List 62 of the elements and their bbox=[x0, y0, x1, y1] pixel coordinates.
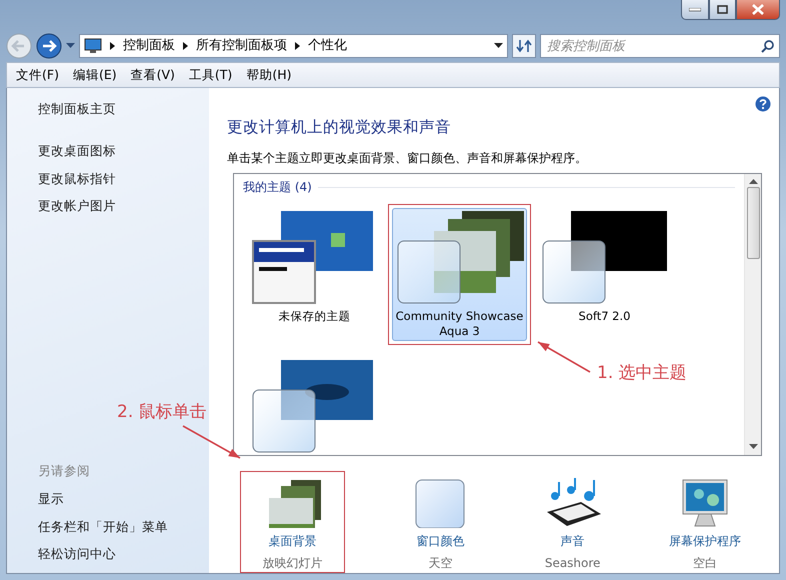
setting-value: 天空 bbox=[428, 555, 452, 572]
setting-item[interactable]: 声音 Seashore bbox=[506, 472, 639, 572]
close-button[interactable] bbox=[736, 0, 780, 20]
theme-item[interactable]: Soft7 2.0 bbox=[537, 208, 672, 342]
forward-button[interactable] bbox=[36, 33, 62, 59]
minimize-icon bbox=[689, 8, 701, 12]
dropdown-icon[interactable] bbox=[494, 43, 503, 49]
sidebar-link[interactable]: 显示 bbox=[38, 490, 209, 508]
breadcrumb-item[interactable]: 所有控制面板项 bbox=[196, 36, 287, 56]
search-field[interactable]: 搜索控制面板 bbox=[540, 34, 780, 58]
theme-name: 未保存的主题 bbox=[278, 309, 352, 324]
setting-item[interactable]: 桌面背景 放映幻灯片 bbox=[241, 472, 344, 572]
menu-item[interactable]: 工具(T) bbox=[184, 64, 238, 86]
scroll-down-icon[interactable] bbox=[748, 444, 758, 450]
breadcrumb-item[interactable]: 个性化 bbox=[308, 36, 347, 56]
refresh-button[interactable] bbox=[512, 34, 536, 58]
breadcrumb-item[interactable]: 控制面板 bbox=[123, 36, 175, 56]
menu-item[interactable]: 编辑(E) bbox=[68, 64, 122, 86]
arrow bbox=[182, 425, 240, 459]
theme-item[interactable]: Community Showcase Aqua 3 bbox=[392, 208, 527, 342]
sidebar-link[interactable]: 控制面板主页 bbox=[38, 100, 209, 119]
sidebar-link[interactable]: 轻松访问中心 bbox=[38, 545, 209, 564]
setting-value: 放映幻灯片 bbox=[262, 555, 323, 572]
help-icon[interactable] bbox=[755, 96, 771, 112]
menu-item[interactable]: 文件(F) bbox=[11, 64, 64, 86]
annotation-text: 1. 选中主题 bbox=[597, 362, 687, 385]
setting-value: Seashore bbox=[544, 555, 600, 572]
theme-item[interactable]: 未保存的主题 bbox=[247, 208, 382, 342]
theme-name: Community Showcase Aqua 3 bbox=[394, 309, 524, 340]
annotation-text: 2. 鼠标单击 bbox=[117, 401, 207, 424]
setting-label: 声音 bbox=[560, 533, 585, 550]
setting-label: 窗口颜色 bbox=[416, 533, 464, 550]
setting-item[interactable]: 窗口颜色 天空 bbox=[374, 472, 507, 572]
minimize-button[interactable] bbox=[681, 0, 709, 20]
group-heading: 我的主题 (4) bbox=[243, 179, 312, 196]
monitor-icon bbox=[84, 38, 102, 54]
page-description: 单击某个主题立即更改桌面背景、窗口颜色、声音和屏幕保护程序。 bbox=[227, 150, 588, 168]
setting-label: 屏幕保护程序 bbox=[668, 533, 741, 550]
maximize-icon bbox=[717, 5, 728, 14]
history-dropdown-icon[interactable] bbox=[66, 43, 75, 49]
scrollbar[interactable] bbox=[744, 174, 761, 456]
chevron-icon[interactable] bbox=[183, 42, 188, 50]
chevron-icon[interactable] bbox=[295, 42, 300, 50]
maximize-button[interactable] bbox=[709, 0, 736, 20]
scroll-thumb[interactable] bbox=[746, 187, 760, 260]
setting-value: 空白 bbox=[692, 555, 717, 572]
sidebar-link[interactable]: 更改桌面图标 bbox=[38, 142, 209, 160]
chevron-icon[interactable] bbox=[110, 42, 115, 50]
setting-item[interactable]: 屏幕保护程序 空白 bbox=[638, 472, 771, 572]
address-field[interactable]: 控制面板 所有控制面板项 个性化 bbox=[79, 34, 508, 58]
menu-item[interactable]: 查看(V) bbox=[126, 64, 180, 86]
arrow bbox=[538, 341, 590, 373]
search-icon bbox=[761, 40, 774, 53]
page-heading: 更改计算机上的视觉效果和声音 bbox=[227, 117, 452, 138]
sidebar-link[interactable]: 更改帐户图片 bbox=[38, 197, 209, 216]
sidebar-link[interactable]: 更改鼠标指针 bbox=[38, 170, 209, 188]
see-also-heading: 另请参阅 bbox=[38, 462, 91, 480]
menu-item[interactable]: 帮助(H) bbox=[241, 64, 296, 86]
sidebar-link[interactable]: 任务栏和「开始」菜单 bbox=[38, 518, 209, 536]
theme-name: Soft7 2.0 bbox=[578, 309, 632, 324]
setting-label: 桌面背景 bbox=[268, 533, 317, 550]
close-icon bbox=[752, 4, 764, 15]
